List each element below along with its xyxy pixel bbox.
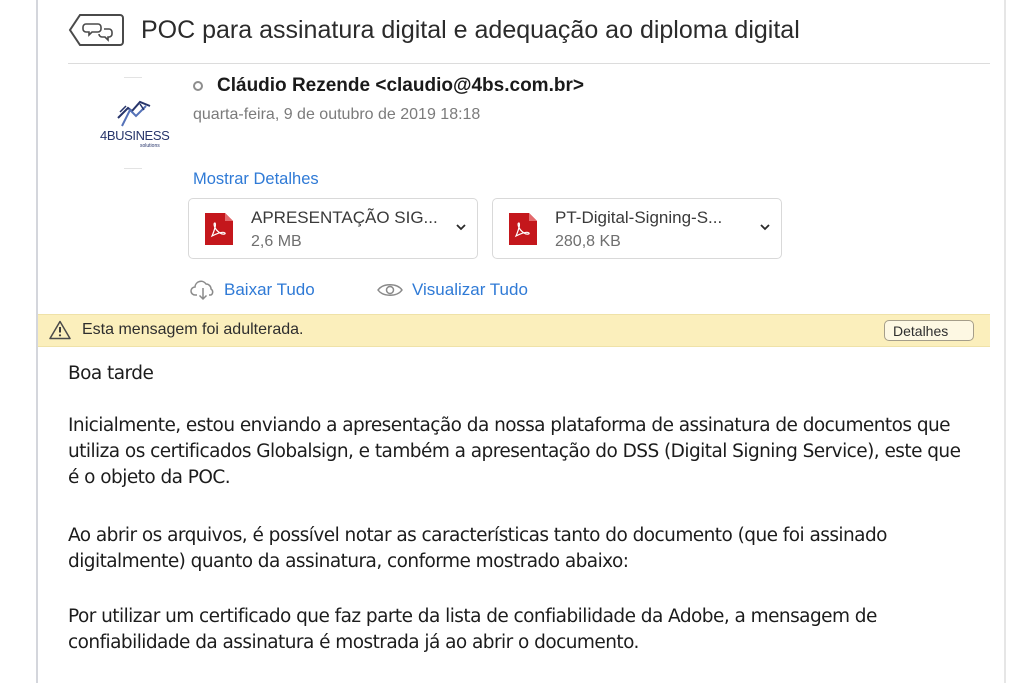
- pdf-icon: [509, 213, 537, 245]
- message-paragraph: Por utilizar um certificado que faz part…: [68, 606, 877, 653]
- subject-row: POC para assinatura digital e adequação …: [68, 10, 800, 50]
- view-all-label: Visualizar Tudo: [412, 280, 528, 299]
- attachment-name: APRESENTAÇÃO SIG...: [251, 208, 438, 227]
- warning-icon: [49, 320, 71, 340]
- message-paragraph: Inicialmente, estou enviando a apresenta…: [68, 415, 961, 488]
- message-subject: POC para assinatura digital e adequação …: [141, 15, 800, 44]
- attachment-item[interactable]: APRESENTAÇÃO SIG... 2,6 MB: [188, 198, 478, 259]
- warning-details-button[interactable]: Detalhes: [884, 320, 974, 341]
- read-status-icon[interactable]: [193, 81, 203, 91]
- sender-name[interactable]: Cláudio Rezende <claudio@4bs.com.br>: [217, 75, 584, 97]
- attachment-name: PT-Digital-Signing-S...: [555, 208, 723, 227]
- attachment-item[interactable]: PT-Digital-Signing-S... 280,8 KB: [492, 198, 782, 259]
- pdf-icon: [205, 213, 233, 245]
- show-details-link[interactable]: Mostrar Detalhes: [193, 170, 319, 189]
- sender-logo-text: 4BUSINESS: [100, 128, 170, 143]
- chevron-down-icon[interactable]: [759, 221, 771, 233]
- chevron-down-icon[interactable]: [455, 221, 467, 233]
- avatar-divider: [124, 77, 142, 78]
- header-separator: [68, 63, 990, 64]
- warning-text: Esta mensagem foi adulterada.: [82, 321, 304, 338]
- right-divider: [1004, 0, 1006, 683]
- message-date: quarta-feira, 9 de outubro de 2019 18:18: [193, 106, 481, 123]
- attachment-size: 2,6 MB: [251, 233, 302, 250]
- sender-logo-subtext: solutions: [140, 143, 160, 149]
- message-paragraph: Ao abrir os arquivos, é possível notar a…: [68, 525, 887, 572]
- avatar-divider: [124, 168, 142, 169]
- download-all-label: Baixar Tudo: [224, 280, 315, 299]
- attachment-size: 280,8 KB: [555, 233, 621, 250]
- view-all-button[interactable]: Visualizar Tudo: [376, 278, 528, 302]
- message-greeting: Boa tarde: [68, 363, 154, 384]
- conversation-icon[interactable]: [68, 12, 124, 48]
- cloud-download-icon: [190, 280, 214, 301]
- tampered-warning-banner: Esta mensagem foi adulterada. Detalhes: [38, 314, 990, 347]
- eye-icon: [377, 284, 403, 296]
- download-all-button[interactable]: Baixar Tudo: [190, 278, 315, 302]
